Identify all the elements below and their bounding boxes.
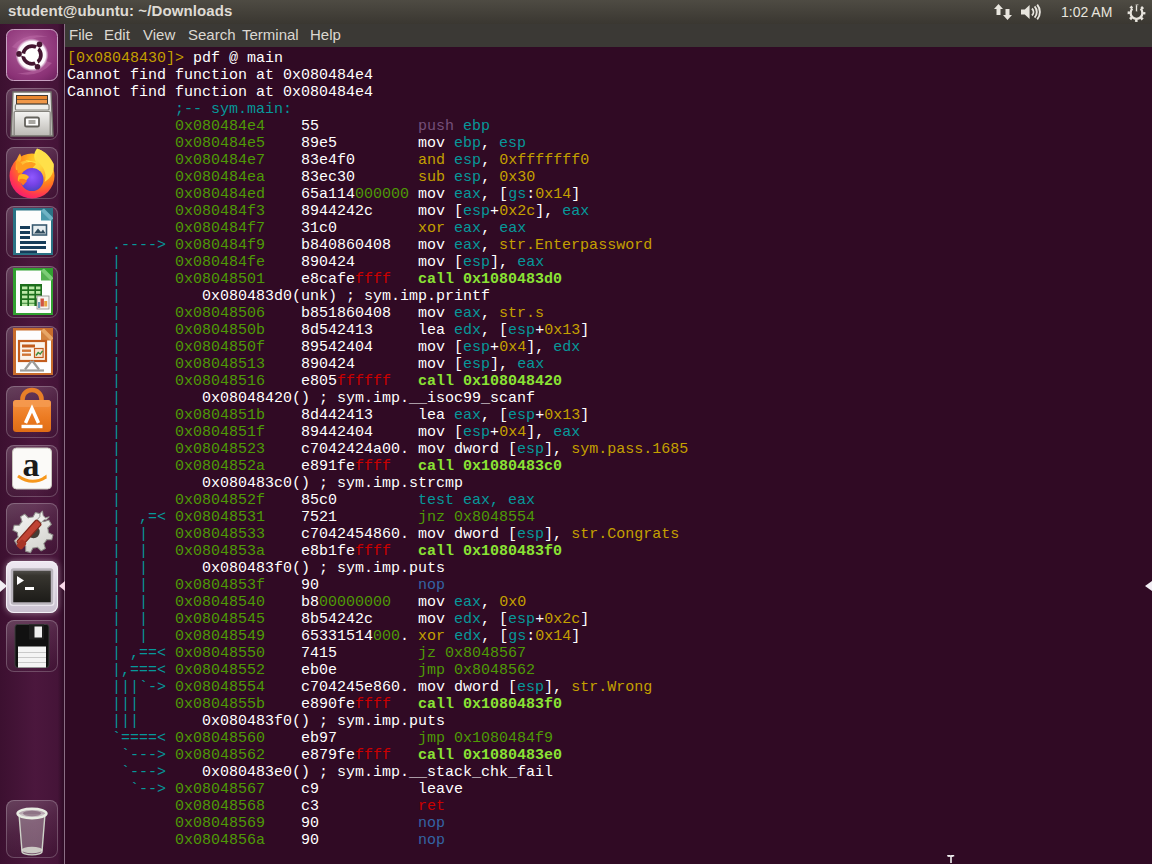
- svg-text:a: a: [23, 446, 40, 483]
